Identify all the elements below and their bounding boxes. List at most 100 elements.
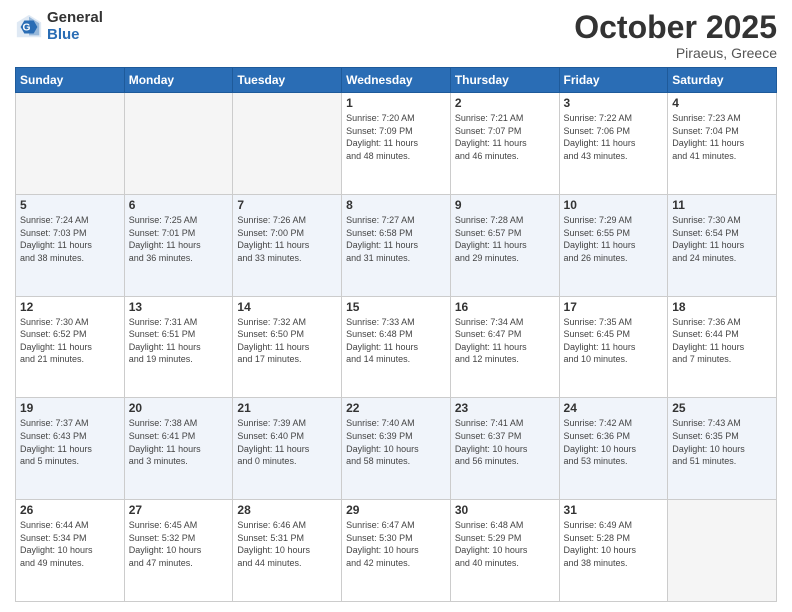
table-row: 22 Sunrise: 7:40 AM Sunset: 6:39 PM Dayli…: [342, 398, 451, 500]
logo-blue-text: Blue: [47, 27, 103, 44]
day-number: 30: [455, 503, 555, 517]
table-row: [233, 93, 342, 195]
day-number: 10: [564, 198, 664, 212]
calendar-header-row: Sunday Monday Tuesday Wednesday Thursday…: [16, 68, 777, 93]
month-title: October 2025: [574, 10, 777, 45]
day-info: Sunrise: 7:36 AM Sunset: 6:44 PM Dayligh…: [672, 316, 772, 366]
day-info: Sunrise: 7:21 AM Sunset: 7:07 PM Dayligh…: [455, 112, 555, 162]
table-row: 30 Sunrise: 6:48 AM Sunset: 5:29 PM Dayli…: [450, 500, 559, 602]
day-info: Sunrise: 7:42 AM Sunset: 6:36 PM Dayligh…: [564, 417, 664, 467]
table-row: [16, 93, 125, 195]
calendar-week-row: 1 Sunrise: 7:20 AM Sunset: 7:09 PM Daylig…: [16, 93, 777, 195]
table-row: 11 Sunrise: 7:30 AM Sunset: 6:54 PM Dayli…: [668, 194, 777, 296]
table-row: 28Sunrise: 6:46 AM Sunset: 5:31 PM Dayli…: [233, 500, 342, 602]
table-row: 15 Sunrise: 7:33 AM Sunset: 6:48 PM Dayli…: [342, 296, 451, 398]
day-number: 18: [672, 300, 772, 314]
day-number: 19: [20, 401, 120, 415]
title-block: October 2025 Piraeus, Greece: [574, 10, 777, 61]
page: G General Blue October 2025 Piraeus, Gre…: [0, 0, 792, 612]
day-number: 24: [564, 401, 664, 415]
day-info: Sunrise: 7:32 AM Sunset: 6:50 PM Dayligh…: [237, 316, 337, 366]
table-row: 26Sunrise: 6:44 AM Sunset: 5:34 PM Dayli…: [16, 500, 125, 602]
day-number: 5: [20, 198, 120, 212]
day-info: Sunrise: 6:47 AM Sunset: 5:30 PM Dayligh…: [346, 519, 446, 569]
day-info: Sunrise: 6:45 AM Sunset: 5:32 PM Dayligh…: [129, 519, 229, 569]
day-info: Sunrise: 7:23 AM Sunset: 7:04 PM Dayligh…: [672, 112, 772, 162]
table-row: 10 Sunrise: 7:29 AM Sunset: 6:55 PM Dayli…: [559, 194, 668, 296]
table-row: 6Sunrise: 7:25 AM Sunset: 7:01 PM Daylig…: [124, 194, 233, 296]
table-row: [124, 93, 233, 195]
table-row: 8Sunrise: 7:27 AM Sunset: 6:58 PM Daylig…: [342, 194, 451, 296]
day-number: 29: [346, 503, 446, 517]
day-info: Sunrise: 7:30 AM Sunset: 6:52 PM Dayligh…: [20, 316, 120, 366]
header: G General Blue October 2025 Piraeus, Gre…: [15, 10, 777, 61]
calendar-week-row: 19 Sunrise: 7:37 AM Sunset: 6:43 PM Dayli…: [16, 398, 777, 500]
col-thursday: Thursday: [450, 68, 559, 93]
day-info: Sunrise: 7:39 AM Sunset: 6:40 PM Dayligh…: [237, 417, 337, 467]
table-row: 7Sunrise: 7:26 AM Sunset: 7:00 PM Daylig…: [233, 194, 342, 296]
table-row: 4Sunrise: 7:23 AM Sunset: 7:04 PM Daylig…: [668, 93, 777, 195]
day-info: Sunrise: 6:44 AM Sunset: 5:34 PM Dayligh…: [20, 519, 120, 569]
col-saturday: Saturday: [668, 68, 777, 93]
table-row: 25Sunrise: 7:43 AM Sunset: 6:35 PM Dayli…: [668, 398, 777, 500]
logo-general-text: General: [47, 10, 103, 27]
day-info: Sunrise: 7:38 AM Sunset: 6:41 PM Dayligh…: [129, 417, 229, 467]
day-info: Sunrise: 7:33 AM Sunset: 6:48 PM Dayligh…: [346, 316, 446, 366]
day-number: 16: [455, 300, 555, 314]
day-info: Sunrise: 7:40 AM Sunset: 6:39 PM Dayligh…: [346, 417, 446, 467]
day-number: 6: [129, 198, 229, 212]
logo: G General Blue: [15, 10, 103, 43]
day-number: 11: [672, 198, 772, 212]
day-info: Sunrise: 7:22 AM Sunset: 7:06 PM Dayligh…: [564, 112, 664, 162]
table-row: 21Sunrise: 7:39 AM Sunset: 6:40 PM Dayli…: [233, 398, 342, 500]
day-number: 23: [455, 401, 555, 415]
col-friday: Friday: [559, 68, 668, 93]
day-info: Sunrise: 7:26 AM Sunset: 7:00 PM Dayligh…: [237, 214, 337, 264]
day-info: Sunrise: 7:37 AM Sunset: 6:43 PM Dayligh…: [20, 417, 120, 467]
table-row: 20Sunrise: 7:38 AM Sunset: 6:41 PM Dayli…: [124, 398, 233, 500]
day-number: 1: [346, 96, 446, 110]
table-row: [668, 500, 777, 602]
day-number: 12: [20, 300, 120, 314]
col-monday: Monday: [124, 68, 233, 93]
day-info: Sunrise: 7:30 AM Sunset: 6:54 PM Dayligh…: [672, 214, 772, 264]
day-number: 22: [346, 401, 446, 415]
day-info: Sunrise: 7:24 AM Sunset: 7:03 PM Dayligh…: [20, 214, 120, 264]
day-info: Sunrise: 7:20 AM Sunset: 7:09 PM Dayligh…: [346, 112, 446, 162]
day-info: Sunrise: 7:35 AM Sunset: 6:45 PM Dayligh…: [564, 316, 664, 366]
calendar-table: Sunday Monday Tuesday Wednesday Thursday…: [15, 67, 777, 602]
table-row: 29 Sunrise: 6:47 AM Sunset: 5:30 PM Dayli…: [342, 500, 451, 602]
day-number: 3: [564, 96, 664, 110]
table-row: 27 Sunrise: 6:45 AM Sunset: 5:32 PM Dayli…: [124, 500, 233, 602]
table-row: 5 Sunrise: 7:24 AM Sunset: 7:03 PM Daylig…: [16, 194, 125, 296]
day-info: Sunrise: 6:48 AM Sunset: 5:29 PM Dayligh…: [455, 519, 555, 569]
calendar-week-row: 26Sunrise: 6:44 AM Sunset: 5:34 PM Dayli…: [16, 500, 777, 602]
day-info: Sunrise: 6:49 AM Sunset: 5:28 PM Dayligh…: [564, 519, 664, 569]
logo-icon: G: [15, 13, 43, 41]
table-row: 9 Sunrise: 7:28 AM Sunset: 6:57 PM Daylig…: [450, 194, 559, 296]
day-number: 27: [129, 503, 229, 517]
day-info: Sunrise: 7:29 AM Sunset: 6:55 PM Dayligh…: [564, 214, 664, 264]
table-row: 2Sunrise: 7:21 AM Sunset: 7:07 PM Daylig…: [450, 93, 559, 195]
table-row: 19 Sunrise: 7:37 AM Sunset: 6:43 PM Dayli…: [16, 398, 125, 500]
table-row: 12 Sunrise: 7:30 AM Sunset: 6:52 PM Dayli…: [16, 296, 125, 398]
table-row: 17 Sunrise: 7:35 AM Sunset: 6:45 PM Dayli…: [559, 296, 668, 398]
day-info: Sunrise: 7:34 AM Sunset: 6:47 PM Dayligh…: [455, 316, 555, 366]
day-number: 15: [346, 300, 446, 314]
col-sunday: Sunday: [16, 68, 125, 93]
day-number: 14: [237, 300, 337, 314]
day-info: Sunrise: 7:28 AM Sunset: 6:57 PM Dayligh…: [455, 214, 555, 264]
table-row: 18 Sunrise: 7:36 AM Sunset: 6:44 PM Dayli…: [668, 296, 777, 398]
col-wednesday: Wednesday: [342, 68, 451, 93]
day-info: Sunrise: 6:46 AM Sunset: 5:31 PM Dayligh…: [237, 519, 337, 569]
day-info: Sunrise: 7:43 AM Sunset: 6:35 PM Dayligh…: [672, 417, 772, 467]
logo-text: General Blue: [47, 10, 103, 43]
table-row: 14 Sunrise: 7:32 AM Sunset: 6:50 PM Dayli…: [233, 296, 342, 398]
table-row: 13Sunrise: 7:31 AM Sunset: 6:51 PM Dayli…: [124, 296, 233, 398]
table-row: 16 Sunrise: 7:34 AM Sunset: 6:47 PM Dayli…: [450, 296, 559, 398]
day-number: 17: [564, 300, 664, 314]
table-row: 31 Sunrise: 6:49 AM Sunset: 5:28 PM Dayli…: [559, 500, 668, 602]
col-tuesday: Tuesday: [233, 68, 342, 93]
day-number: 9: [455, 198, 555, 212]
day-number: 31: [564, 503, 664, 517]
